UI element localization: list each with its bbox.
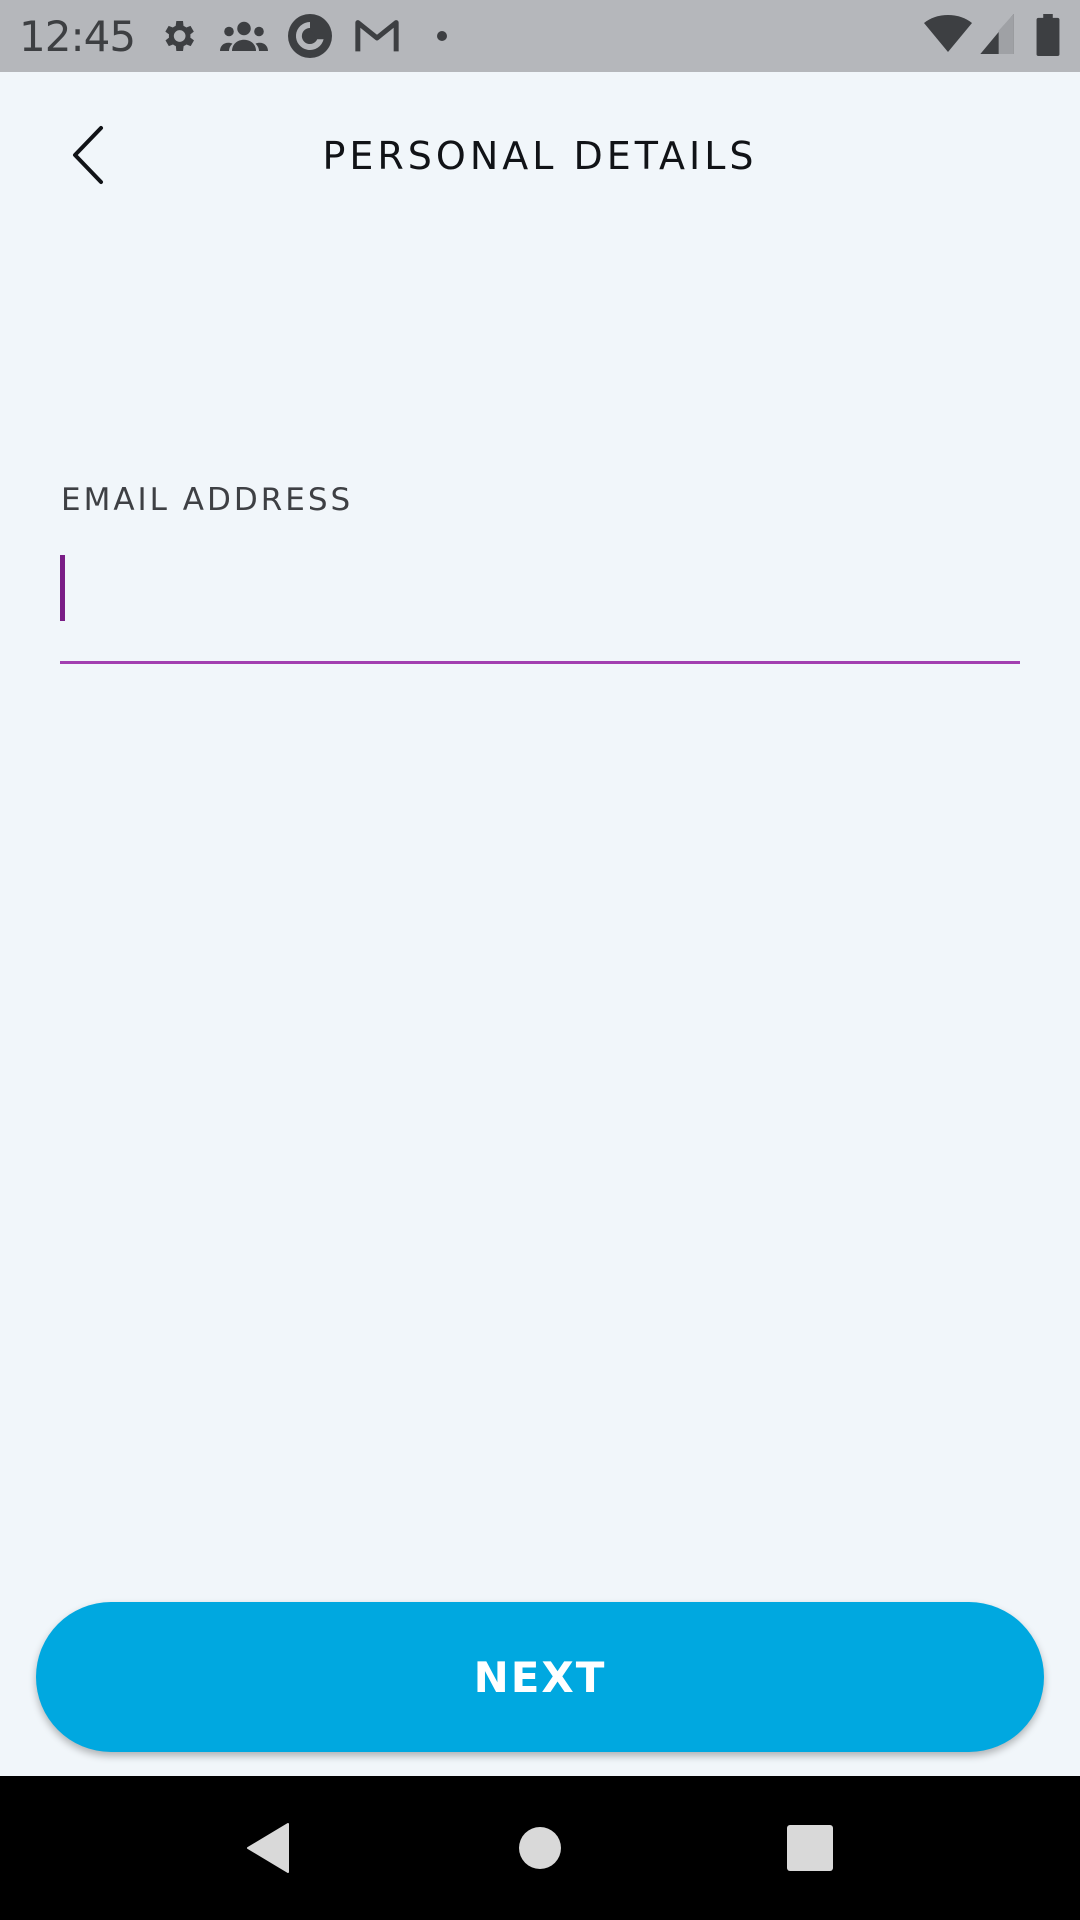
email-label: EMAIL ADDRESS (61, 482, 354, 518)
status-bar: 12:45 (0, 0, 1080, 72)
wifi-icon (924, 15, 972, 52)
next-button[interactable]: NEXT (36, 1602, 1044, 1752)
status-time: 12:45 (19, 12, 136, 61)
gear-icon (165, 21, 194, 51)
text-cursor (60, 555, 65, 621)
cell-signal-icon (980, 14, 1014, 54)
gmail-icon (355, 20, 399, 52)
battery-icon (1036, 14, 1060, 56)
app-circle-icon (288, 14, 332, 58)
back-triangle-icon[interactable] (238, 1818, 298, 1878)
people-group-icon (220, 21, 268, 51)
email-input[interactable] (60, 540, 1020, 664)
page-title: PERSONAL DETAILS (322, 134, 758, 178)
recents-square-icon[interactable] (780, 1818, 840, 1878)
notification-dot-icon (437, 31, 447, 41)
home-circle-icon[interactable] (510, 1818, 570, 1878)
